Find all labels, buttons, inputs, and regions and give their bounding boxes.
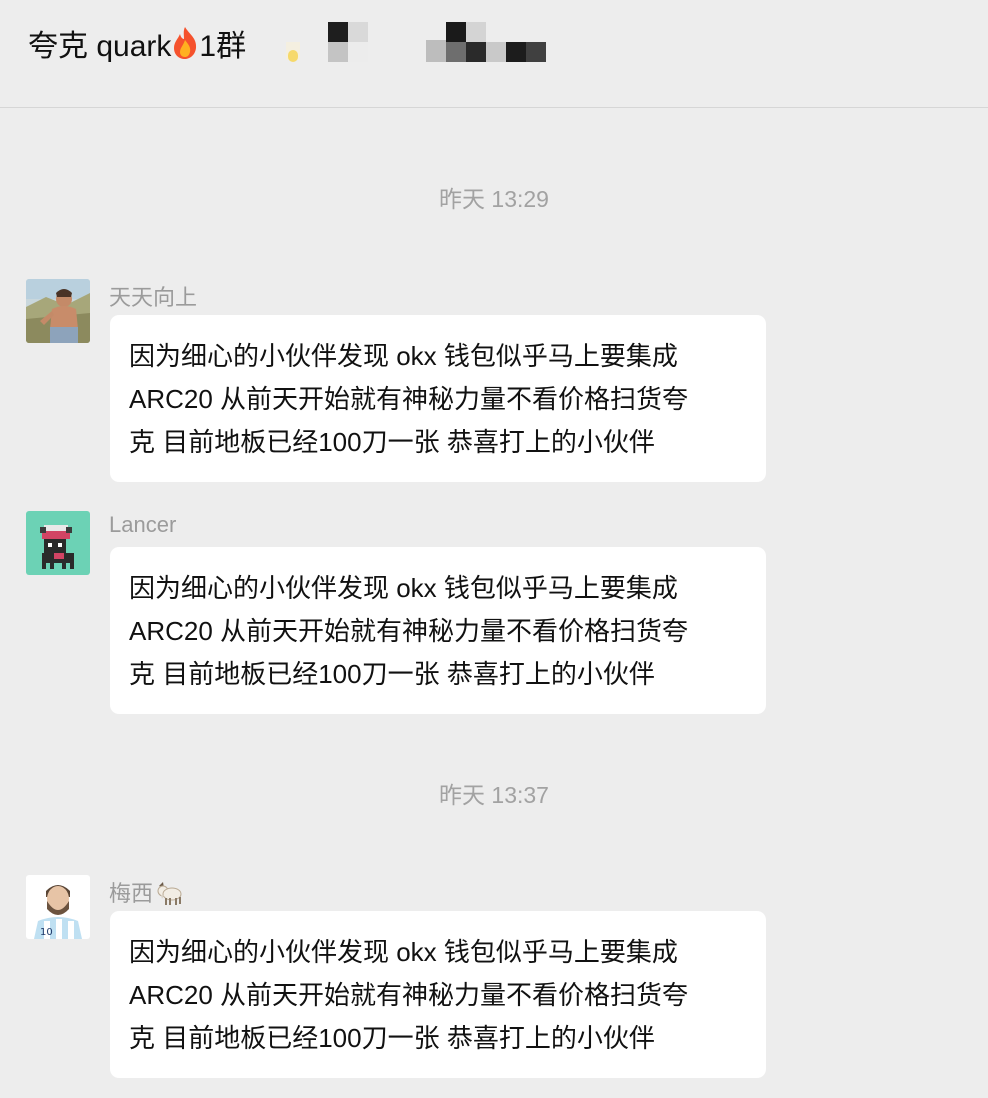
goat-icon [155,880,183,912]
chat-title[interactable]: 夸克 quark 1群 [28,26,246,71]
chat-title-suffix: 1群 [199,30,247,63]
pixel-llama-avatar-icon [26,511,90,575]
message-line: 因为细心的小伙伴发现 okx 钱包似乎马上要集成 [129,341,678,371]
message-line: 因为细心的小伙伴发现 okx 钱包似乎马上要集成 [129,937,678,967]
message-line: ARC20 从前天开始就有神秘力量不看价格扫货夸 [129,384,689,414]
timestamp: 昨天 13:37 [439,782,549,808]
blurred-title-icons [280,22,580,77]
fire-icon [171,26,199,71]
message-line: ARC20 从前天开始就有神秘力量不看价格扫货夸 [129,616,689,646]
message-line: 因为细心的小伙伴发现 okx 钱包似乎马上要集成 [129,573,678,603]
avatar[interactable] [26,511,90,575]
message-bubble[interactable]: 因为细心的小伙伴发现 okx 钱包似乎马上要集成 ARC20 从前天开始就有神秘… [110,547,766,714]
message-line: ARC20 从前天开始就有神秘力量不看价格扫货夸 [129,980,689,1010]
chat-header: 夸克 quark 1群 [0,0,988,108]
sender-name: 梅西 [109,876,183,912]
footballer-avatar-icon: 10 [26,875,90,939]
message-bubble[interactable]: 因为细心的小伙伴发现 okx 钱包似乎马上要集成 ARC20 从前天开始就有神秘… [110,315,766,482]
sender-name: Lancer [109,512,177,537]
message-bubble[interactable]: 因为细心的小伙伴发现 okx 钱包似乎马上要集成 ARC20 从前天开始就有神秘… [110,911,766,1078]
svg-text:10: 10 [40,927,53,938]
message-line: 克 目前地板已经100刀一张 恭喜打上的小伙伴 [129,659,655,689]
timestamp: 昨天 13:29 [439,186,549,212]
avatar[interactable]: 10 [26,875,90,939]
man-outdoor-avatar-icon [26,279,90,343]
message-line: 克 目前地板已经100刀一张 恭喜打上的小伙伴 [129,427,655,457]
sender-name-text: 梅西 [109,881,154,906]
message-line: 克 目前地板已经100刀一张 恭喜打上的小伙伴 [129,1023,655,1053]
chat-title-text: 夸克 quark [28,30,172,63]
sender-name: 天天向上 [109,285,198,310]
avatar[interactable] [26,279,90,343]
